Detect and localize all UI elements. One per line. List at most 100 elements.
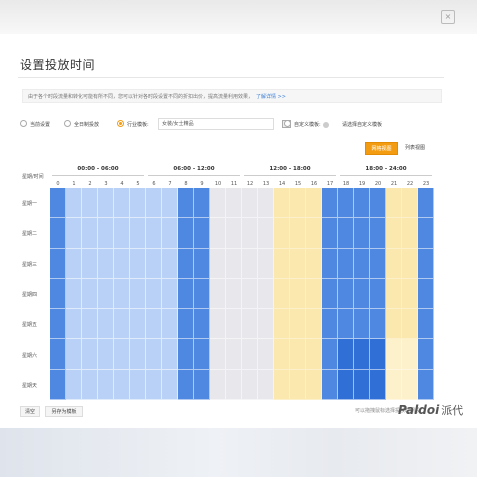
list-view-button[interactable]: 列表视图 [400, 142, 430, 155]
time-slot-cell[interactable] [242, 309, 258, 340]
time-slot-cell[interactable] [306, 369, 322, 400]
option-current[interactable]: 当前设置 [20, 119, 50, 131]
close-icon[interactable]: × [441, 10, 455, 24]
time-slot-cell[interactable] [194, 278, 210, 310]
time-slot-cell[interactable] [354, 218, 370, 249]
time-slot-cell[interactable] [162, 248, 178, 279]
time-slot-cell[interactable] [338, 339, 354, 370]
time-slot-cell[interactable] [114, 278, 130, 310]
time-slot-cell[interactable] [50, 339, 66, 370]
time-slot-cell[interactable] [354, 309, 370, 340]
time-slot-cell[interactable] [418, 188, 434, 219]
time-slot-cell[interactable] [322, 278, 338, 310]
time-slot-cell[interactable] [338, 188, 354, 219]
time-slot-cell[interactable] [418, 369, 434, 400]
help-icon[interactable] [322, 121, 329, 128]
time-slot-cell[interactable] [98, 369, 114, 400]
time-slot-cell[interactable] [402, 188, 418, 219]
time-slot-cell[interactable] [290, 309, 306, 340]
time-slot-cell[interactable] [402, 248, 418, 279]
time-slot-cell[interactable] [66, 369, 82, 400]
time-slot-cell[interactable] [178, 248, 194, 279]
time-slot-cell[interactable] [258, 188, 274, 219]
time-slot-cell[interactable] [194, 369, 210, 400]
time-slot-cell[interactable] [82, 188, 98, 219]
time-slot-cell[interactable] [178, 339, 194, 370]
time-slot-cell[interactable] [274, 339, 290, 370]
time-slot-cell[interactable] [226, 248, 242, 279]
time-slot-cell[interactable] [338, 369, 354, 400]
time-slot-cell[interactable] [354, 339, 370, 370]
time-slot-cell[interactable] [114, 248, 130, 279]
time-slot-cell[interactable] [98, 309, 114, 340]
time-slot-cell[interactable] [210, 188, 226, 219]
time-slot-cell[interactable] [258, 248, 274, 279]
time-slot-cell[interactable] [338, 248, 354, 279]
time-slot-cell[interactable] [290, 218, 306, 249]
time-slot-cell[interactable] [194, 218, 210, 249]
time-slot-cell[interactable] [162, 369, 178, 400]
time-slot-cell[interactable] [210, 248, 226, 279]
time-slot-cell[interactable] [130, 278, 146, 310]
time-slot-cell[interactable] [226, 339, 242, 370]
time-slot-cell[interactable] [370, 309, 386, 340]
time-slot-cell[interactable] [50, 218, 66, 249]
time-slot-cell[interactable] [114, 339, 130, 370]
time-slot-cell[interactable] [322, 218, 338, 249]
time-slot-cell[interactable] [194, 248, 210, 279]
time-slot-cell[interactable] [226, 218, 242, 249]
time-slot-cell[interactable] [146, 339, 162, 370]
time-slot-cell[interactable] [210, 278, 226, 310]
time-slot-cell[interactable] [370, 278, 386, 310]
time-slot-cell[interactable] [242, 278, 258, 310]
time-slot-cell[interactable] [130, 248, 146, 279]
time-slot-cell[interactable] [418, 218, 434, 249]
time-slot-cell[interactable] [242, 369, 258, 400]
time-slot-cell[interactable] [178, 218, 194, 249]
time-slot-cell[interactable] [386, 369, 402, 400]
time-slot-cell[interactable] [130, 188, 146, 219]
time-slot-cell[interactable] [386, 248, 402, 279]
time-slot-cell[interactable] [210, 339, 226, 370]
time-slot-cell[interactable] [290, 188, 306, 219]
time-slot-cell[interactable] [162, 188, 178, 219]
time-slot-cell[interactable] [402, 218, 418, 249]
time-slot-cell[interactable] [210, 309, 226, 340]
time-slot-cell[interactable] [82, 369, 98, 400]
time-slot-cell[interactable] [338, 309, 354, 340]
time-slot-cell[interactable] [226, 278, 242, 310]
time-slot-cell[interactable] [146, 248, 162, 279]
time-slot-cell[interactable] [226, 188, 242, 219]
time-slot-cell[interactable] [322, 369, 338, 400]
time-slot-cell[interactable] [50, 188, 66, 219]
time-slot-cell[interactable] [290, 339, 306, 370]
time-slot-cell[interactable] [274, 248, 290, 279]
time-slot-cell[interactable] [66, 218, 82, 249]
time-slot-cell[interactable] [322, 309, 338, 340]
time-slot-cell[interactable] [146, 309, 162, 340]
time-slot-cell[interactable] [370, 339, 386, 370]
time-slot-cell[interactable] [354, 278, 370, 310]
time-slot-cell[interactable] [370, 248, 386, 279]
time-slot-cell[interactable] [82, 278, 98, 310]
time-slot-cell[interactable] [418, 278, 434, 310]
time-slot-cell[interactable] [386, 278, 402, 310]
custom-template-select[interactable]: 请选择自定义模板 [342, 119, 382, 131]
time-slot-cell[interactable] [402, 369, 418, 400]
time-slot-cell[interactable] [146, 188, 162, 219]
time-slot-cell[interactable] [242, 339, 258, 370]
time-slot-cell[interactable] [274, 309, 290, 340]
time-slot-cell[interactable] [162, 309, 178, 340]
time-slot-cell[interactable] [274, 369, 290, 400]
time-slot-cell[interactable] [82, 218, 98, 249]
time-slot-cell[interactable] [146, 218, 162, 249]
time-slot-cell[interactable] [178, 188, 194, 219]
time-slot-cell[interactable] [306, 278, 322, 310]
option-custom-template[interactable]: 自定义模板: [284, 119, 329, 131]
time-slot-cell[interactable] [194, 339, 210, 370]
time-slot-cell[interactable] [114, 309, 130, 340]
time-slot-cell[interactable] [66, 278, 82, 310]
time-slot-cell[interactable] [226, 309, 242, 340]
time-slot-cell[interactable] [354, 188, 370, 219]
time-slot-cell[interactable] [130, 369, 146, 400]
